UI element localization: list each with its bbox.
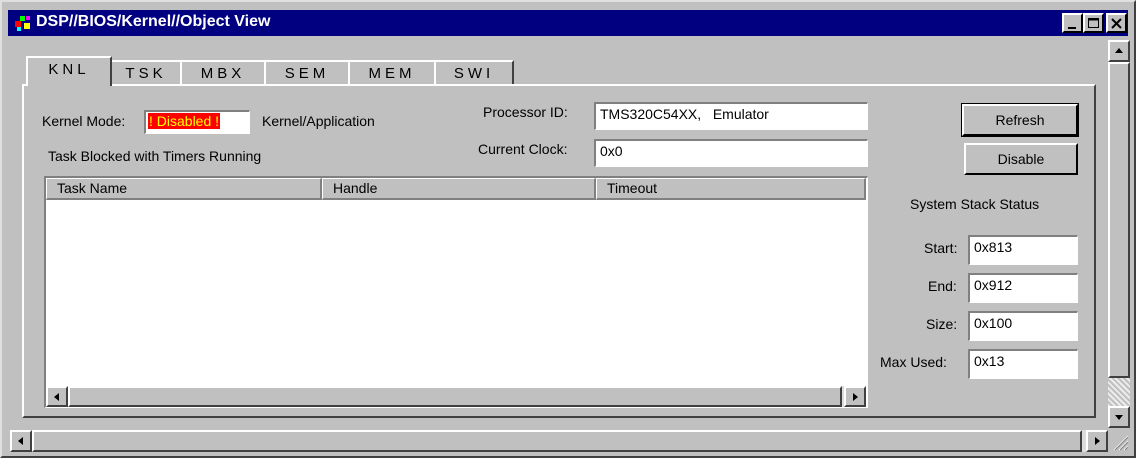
- stack-end-label: End:: [928, 278, 957, 294]
- stack-max-used-value: 0x13: [974, 353, 1005, 369]
- arrow-down-icon: [1115, 415, 1123, 420]
- tab-swi[interactable]: SWI: [434, 60, 514, 86]
- task-list-scroll-thumb[interactable]: [68, 386, 842, 407]
- arrow-right-icon: [853, 393, 858, 401]
- kernel-mode-field: ! Disabled !: [144, 110, 250, 134]
- refresh-button-label: Refresh: [995, 112, 1045, 128]
- stack-start-value: 0x813: [974, 239, 1013, 255]
- tab-mbx-label: MBX: [200, 65, 246, 82]
- processor-id-label: Processor ID:: [483, 104, 568, 120]
- kernel-mode-badge: ! Disabled !: [148, 113, 221, 129]
- stack-max-used-label: Max Used:: [880, 354, 947, 370]
- tab-sem[interactable]: SEM: [264, 60, 350, 86]
- stack-size-value: 0x100: [974, 315, 1013, 331]
- stack-max-used-field: 0x13: [968, 349, 1078, 379]
- column-task-name-label: Task Name: [57, 180, 128, 196]
- task-list-header: Task Name Handle Timeout: [46, 178, 866, 200]
- current-clock-field: 0x0: [594, 139, 868, 167]
- task-list-view[interactable]: Task Name Handle Timeout: [44, 176, 868, 408]
- scroll-up-button[interactable]: [1108, 40, 1130, 62]
- hscroll-thumb[interactable]: [32, 430, 1082, 452]
- kernel-mode-label: Kernel Mode:: [42, 113, 126, 129]
- main-window: DSP//BIOS/Kernel//Object View KNL TSK MB…: [0, 0, 1136, 458]
- refresh-button[interactable]: Refresh: [961, 103, 1079, 137]
- window-title: DSP//BIOS/Kernel//Object View: [36, 13, 271, 30]
- arrow-right-icon: [1095, 437, 1100, 445]
- stack-size-field: 0x100: [968, 311, 1078, 341]
- tab-mem[interactable]: MEM: [348, 60, 436, 86]
- current-clock-label: Current Clock:: [478, 141, 568, 157]
- close-icon: [1111, 18, 1122, 29]
- tab-tsk-label: TSK: [125, 65, 167, 82]
- tab-swi-label: SWI: [453, 65, 495, 82]
- close-button[interactable]: [1106, 13, 1127, 33]
- title-bar[interactable]: DSP//BIOS/Kernel//Object View: [8, 10, 1128, 36]
- stack-start-label: Start:: [924, 240, 958, 256]
- processor-id-value: TMS320C54XX, Emulator: [600, 106, 769, 122]
- arrow-left-icon: [54, 393, 59, 401]
- stack-end-field: 0x912: [968, 273, 1078, 303]
- tab-sem-label: SEM: [284, 65, 330, 82]
- tab-mem-label: MEM: [368, 65, 416, 82]
- tab-knl[interactable]: KNL: [26, 56, 112, 86]
- minimize-button[interactable]: [1062, 13, 1083, 33]
- resize-grip-icon: [1113, 435, 1129, 451]
- window-vscrollbar[interactable]: [1108, 40, 1130, 428]
- scroll-right-button[interactable]: [1086, 430, 1108, 452]
- column-header-timeout[interactable]: Timeout: [596, 178, 866, 200]
- tab-tsk[interactable]: TSK: [110, 60, 182, 86]
- task-list-scroll-left-button[interactable]: [46, 386, 68, 407]
- dsp-bios-app-icon: [15, 16, 30, 31]
- arrow-left-icon: [18, 437, 23, 445]
- column-header-task-name[interactable]: Task Name: [46, 178, 322, 200]
- task-list-hscrollbar[interactable]: [46, 386, 866, 407]
- disable-button[interactable]: Disable: [964, 143, 1078, 175]
- processor-id-field: TMS320C54XX, Emulator: [594, 102, 868, 130]
- column-timeout-label: Timeout: [607, 180, 658, 196]
- maximize-button[interactable]: [1083, 13, 1104, 33]
- stack-end-value: 0x912: [974, 277, 1013, 293]
- arrow-up-icon: [1115, 48, 1123, 53]
- stack-start-field: 0x813: [968, 235, 1078, 265]
- task-list-scroll-right-button[interactable]: [844, 386, 866, 407]
- disable-button-label: Disable: [997, 151, 1045, 167]
- tab-mbx[interactable]: MBX: [180, 60, 266, 86]
- stack-status-title: System Stack Status: [910, 196, 1040, 212]
- column-header-handle[interactable]: Handle: [322, 178, 596, 200]
- minimize-icon: [1068, 27, 1076, 29]
- scroll-down-button[interactable]: [1108, 406, 1130, 428]
- tab-knl-label: KNL: [48, 61, 90, 78]
- current-clock-value: 0x0: [600, 143, 623, 159]
- stack-size-label: Size:: [926, 316, 958, 332]
- scroll-left-button[interactable]: [10, 430, 32, 452]
- vscroll-thumb[interactable]: [1108, 62, 1130, 378]
- column-handle-label: Handle: [333, 180, 378, 196]
- task-list-body[interactable]: [46, 200, 866, 386]
- task-blocked-label: Task Blocked with Timers Running: [48, 148, 262, 164]
- resize-grip[interactable]: [1108, 430, 1130, 452]
- maximize-icon: [1088, 18, 1099, 28]
- kernel-scope-label: Kernel/Application: [262, 113, 375, 129]
- window-hscrollbar[interactable]: [10, 430, 1108, 452]
